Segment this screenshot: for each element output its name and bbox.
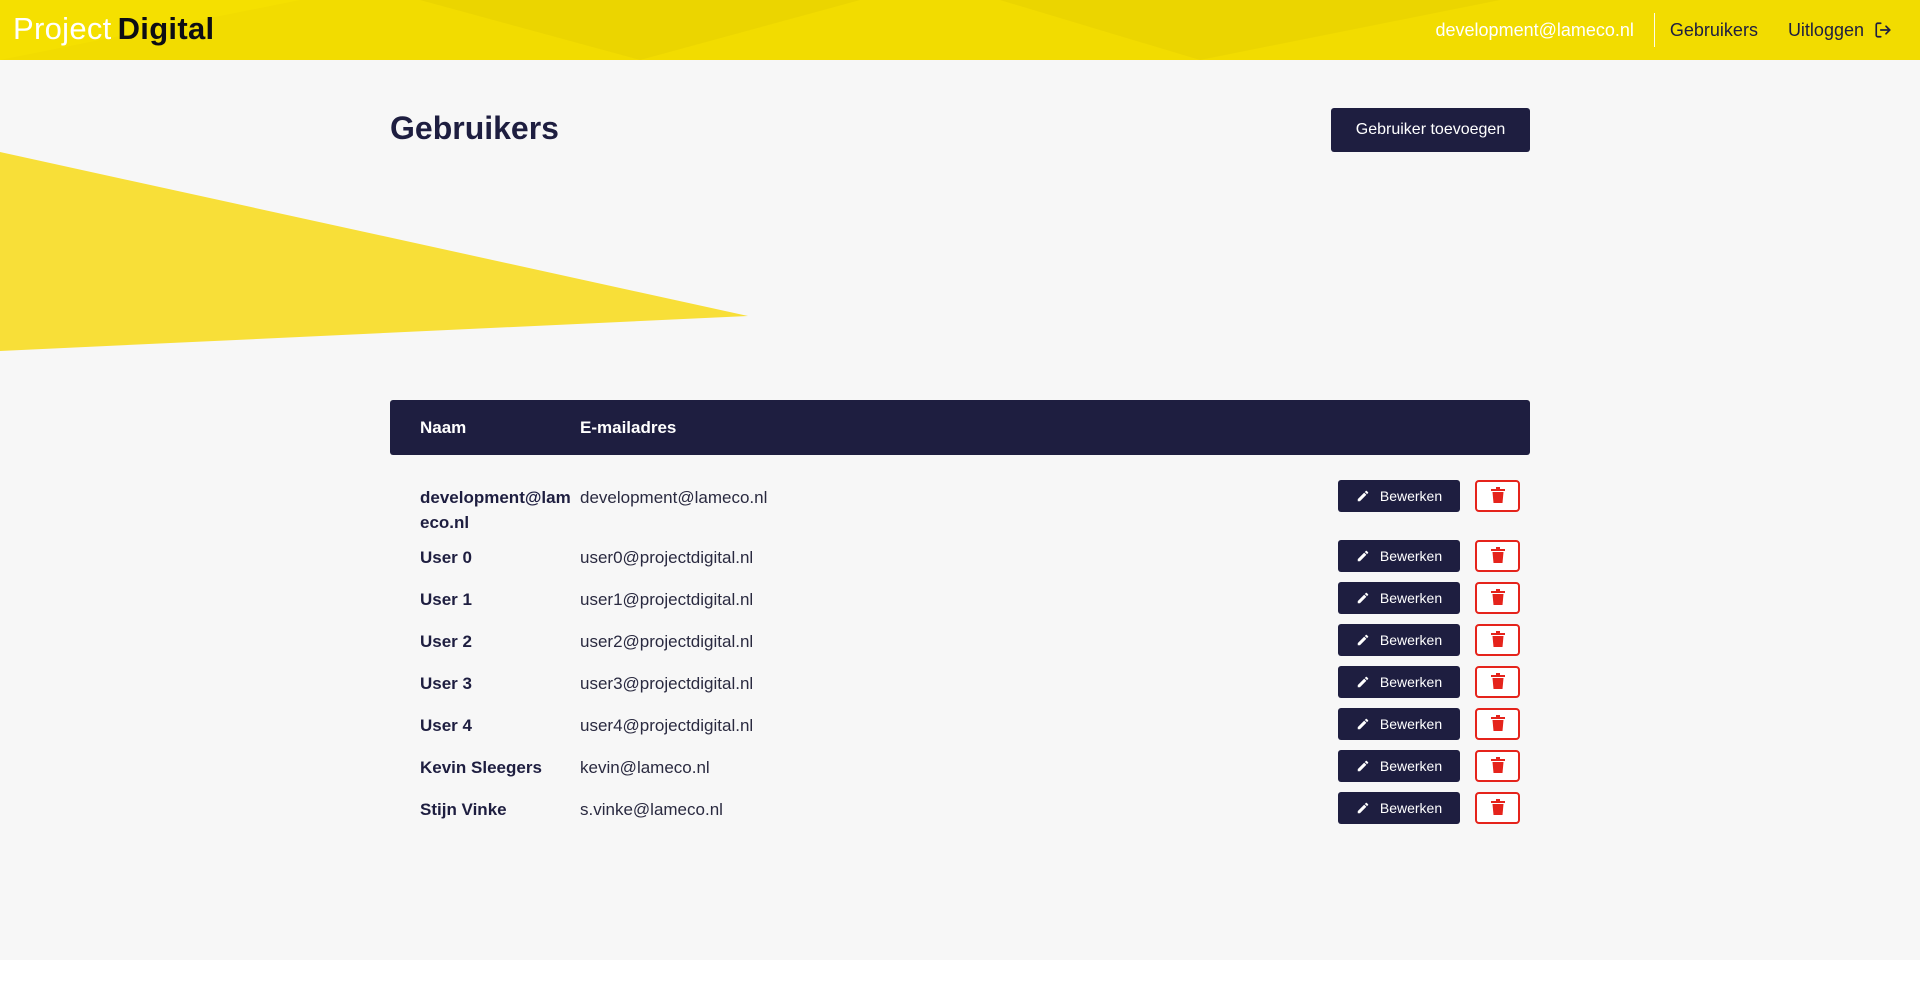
trash-icon bbox=[1490, 588, 1505, 608]
row-actions: Bewerken bbox=[1338, 792, 1520, 824]
edit-button[interactable]: Bewerken bbox=[1338, 480, 1460, 512]
page: Project Digital development@lameco.nl Geb… bbox=[0, 0, 1920, 992]
edit-button-label: Bewerken bbox=[1379, 716, 1443, 732]
delete-button[interactable] bbox=[1475, 792, 1520, 824]
pencil-icon bbox=[1356, 801, 1370, 815]
pencil-icon bbox=[1356, 489, 1370, 503]
main-content: Gebruikers Gebruiker toevoegen Naam E-ma… bbox=[0, 60, 1920, 960]
user-name: User 1 bbox=[420, 590, 472, 609]
table-row: Stijn Vinke s.vinke@lameco.nl Bewerken bbox=[390, 792, 1530, 839]
edit-button[interactable]: Bewerken bbox=[1338, 666, 1460, 698]
edit-button-label: Bewerken bbox=[1379, 488, 1443, 504]
edit-button-label: Bewerken bbox=[1379, 800, 1443, 816]
page-title: Gebruikers bbox=[390, 110, 559, 146]
delete-button[interactable] bbox=[1475, 750, 1520, 782]
logout-icon bbox=[1874, 21, 1892, 39]
row-actions: Bewerken bbox=[1338, 582, 1520, 614]
edit-button[interactable]: Bewerken bbox=[1338, 540, 1460, 572]
delete-button[interactable] bbox=[1475, 624, 1520, 656]
user-name: Stijn Vinke bbox=[420, 800, 507, 819]
trash-icon bbox=[1490, 486, 1505, 506]
edit-button-label: Bewerken bbox=[1379, 674, 1443, 690]
pencil-icon bbox=[1356, 591, 1370, 605]
table-header: Naam E-mailadres bbox=[390, 400, 1530, 455]
edit-button[interactable]: Bewerken bbox=[1338, 624, 1460, 656]
edit-button-label: Bewerken bbox=[1379, 590, 1443, 606]
delete-button[interactable] bbox=[1475, 708, 1520, 740]
row-actions: Bewerken bbox=[1338, 480, 1520, 512]
user-name: Kevin Sleegers bbox=[420, 758, 542, 777]
top-bar: Project Digital development@lameco.nl Geb… bbox=[0, 0, 1920, 60]
user-name: development@lameco.nl bbox=[420, 488, 571, 532]
row-actions: Bewerken bbox=[1338, 666, 1520, 698]
add-user-button[interactable]: Gebruiker toevoegen bbox=[1331, 108, 1530, 152]
delete-button[interactable] bbox=[1475, 480, 1520, 512]
trash-icon bbox=[1490, 714, 1505, 734]
decorative-yellow-wedge bbox=[0, 152, 748, 351]
table-body: development@lameco.nl development@lameco… bbox=[390, 480, 1530, 839]
trash-icon bbox=[1490, 798, 1505, 818]
edit-button-label: Bewerken bbox=[1379, 548, 1443, 564]
user-name: User 2 bbox=[420, 632, 472, 651]
delete-button[interactable] bbox=[1475, 540, 1520, 572]
current-user-email: development@lameco.nl bbox=[1435, 19, 1634, 40]
brand-logo-bold-text: Digital bbox=[117, 11, 215, 46]
pencil-icon bbox=[1356, 717, 1370, 731]
column-header-email: E-mailadres bbox=[580, 417, 677, 437]
table-row: User 3 user3@projectdigital.nl Bewerken bbox=[390, 666, 1530, 713]
pencil-icon bbox=[1356, 759, 1370, 773]
brand-logo-light-text: Project bbox=[13, 11, 112, 46]
logout-link[interactable]: Uitloggen bbox=[1773, 20, 1920, 41]
nav-divider bbox=[1653, 13, 1655, 47]
pencil-icon bbox=[1356, 549, 1370, 563]
pencil-icon bbox=[1356, 633, 1370, 647]
nav-link-users[interactable]: Gebruikers bbox=[1655, 20, 1773, 41]
table-row: Kevin Sleegers kevin@lameco.nl Bewerken bbox=[390, 750, 1530, 797]
users-table: Naam E-mailadres development@lameco.nl d… bbox=[390, 400, 1530, 839]
row-actions: Bewerken bbox=[1338, 708, 1520, 740]
user-name: User 0 bbox=[420, 548, 472, 567]
user-name: User 4 bbox=[420, 716, 472, 735]
trash-icon bbox=[1490, 546, 1505, 566]
footer-strip bbox=[0, 960, 1920, 992]
delete-button[interactable] bbox=[1475, 582, 1520, 614]
top-nav: development@lameco.nl Gebruikers Uitlogg… bbox=[1436, 0, 1920, 60]
edit-button[interactable]: Bewerken bbox=[1338, 750, 1460, 782]
table-row: User 0 user0@projectdigital.nl Bewerken bbox=[390, 540, 1530, 587]
delete-button[interactable] bbox=[1475, 666, 1520, 698]
edit-button[interactable]: Bewerken bbox=[1338, 582, 1460, 614]
pencil-icon bbox=[1356, 675, 1370, 689]
table-row: User 1 user1@projectdigital.nl Bewerken bbox=[390, 582, 1530, 629]
row-actions: Bewerken bbox=[1338, 540, 1520, 572]
table-row: User 4 user4@projectdigital.nl Bewerken bbox=[390, 708, 1530, 755]
column-header-name: Naam bbox=[420, 417, 467, 437]
trash-icon bbox=[1490, 672, 1505, 692]
brand-logo[interactable]: Project Digital bbox=[13, 10, 214, 48]
trash-icon bbox=[1490, 756, 1505, 776]
row-actions: Bewerken bbox=[1338, 624, 1520, 656]
user-name: User 3 bbox=[420, 674, 472, 693]
trash-icon bbox=[1490, 630, 1505, 650]
logout-label: Uitloggen bbox=[1787, 19, 1864, 40]
edit-button[interactable]: Bewerken bbox=[1338, 708, 1460, 740]
edit-button[interactable]: Bewerken bbox=[1338, 792, 1460, 824]
row-actions: Bewerken bbox=[1338, 750, 1520, 782]
edit-button-label: Bewerken bbox=[1379, 758, 1443, 774]
table-row: development@lameco.nl development@lameco… bbox=[390, 480, 1530, 545]
table-row: User 2 user2@projectdigital.nl Bewerken bbox=[390, 624, 1530, 671]
edit-button-label: Bewerken bbox=[1379, 632, 1443, 648]
